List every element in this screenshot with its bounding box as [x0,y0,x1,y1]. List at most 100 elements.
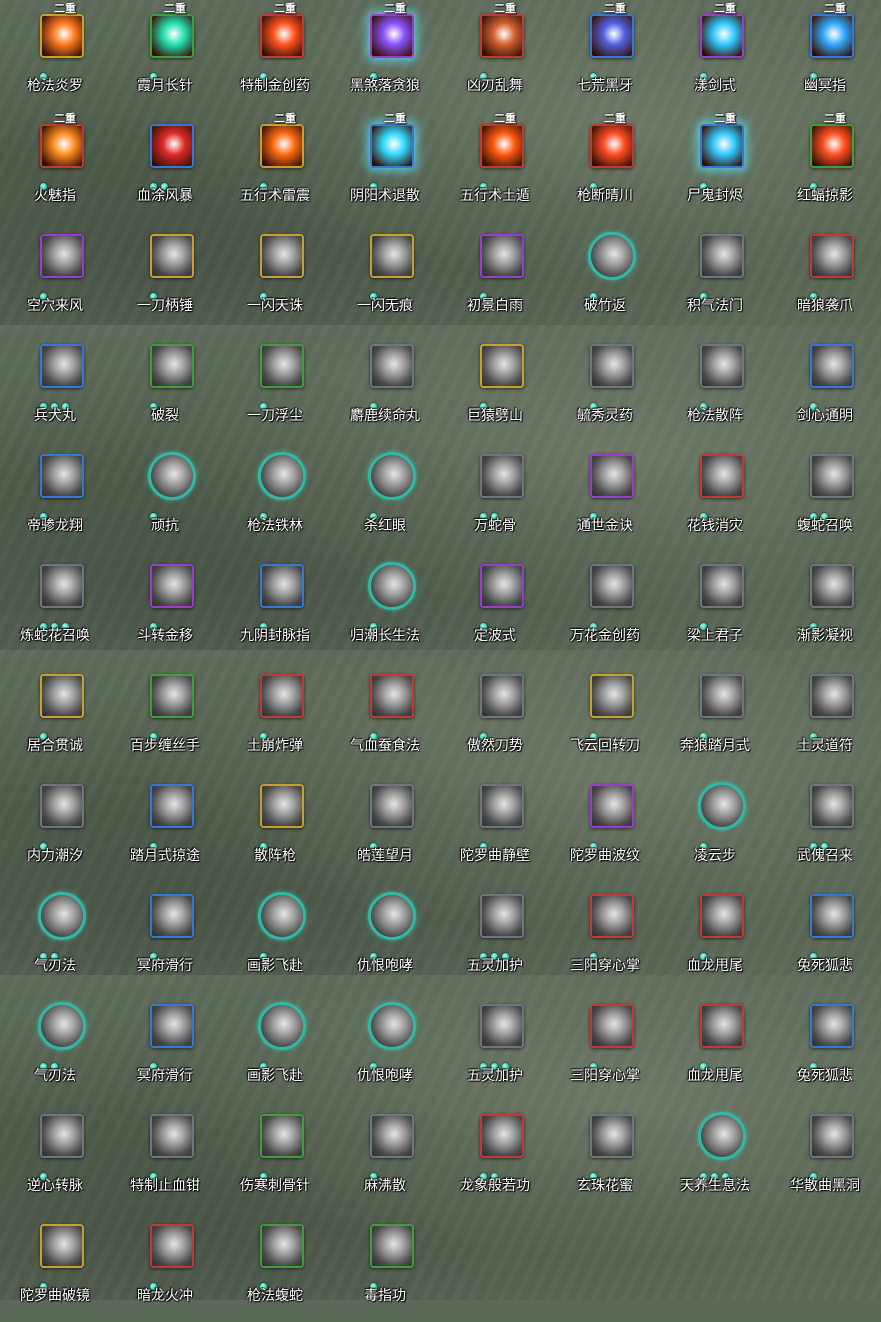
skill-icon[interactable] [260,344,304,388]
skill-slot[interactable]: 空穴来风 [0,222,110,332]
skill-slot[interactable]: 初景白雨 [440,222,550,332]
skill-slot[interactable]: 凌云步 [660,772,770,882]
skill-slot[interactable]: 破竹返 [550,222,660,332]
skill-icon[interactable] [150,674,194,718]
skill-slot[interactable]: 土灵道符 [770,662,880,772]
skill-slot[interactable]: 伤寒刺骨针 [220,1102,330,1212]
skill-slot[interactable]: 百步缠丝手 [110,662,220,772]
skill-icon[interactable] [40,674,84,718]
skill-icon[interactable] [260,674,304,718]
skill-icon[interactable] [810,124,854,168]
skill-slot[interactable]: 斗转金移 [110,552,220,662]
skill-icon[interactable] [150,124,194,168]
skill-icon[interactable] [590,1114,634,1158]
skill-icon[interactable] [40,564,84,608]
skill-icon[interactable] [810,564,854,608]
skill-slot[interactable]: 内力潮汐 [0,772,110,882]
skill-slot[interactable]: 二重 凶刃乱舞 [440,2,550,112]
skill-slot[interactable]: 定波式 [440,552,550,662]
skill-icon[interactable] [810,894,854,938]
skill-slot[interactable]: 三阳穿心掌 [550,992,660,1102]
skill-icon[interactable] [150,14,194,58]
skill-slot[interactable]: 二重 幽冥指 [770,2,880,112]
skill-icon[interactable] [260,564,304,608]
skill-icon[interactable] [700,14,744,58]
skill-slot[interactable]: 武傀召来 [770,772,880,882]
skill-slot[interactable]: 归潮长生法 [330,552,440,662]
skill-slot[interactable]: 麝鹿续命丸 [330,332,440,442]
skill-slot[interactable]: 花钱消灾 [660,442,770,552]
skill-icon[interactable] [368,1002,416,1050]
skill-slot[interactable]: 毓秀灵药 [550,332,660,442]
skill-slot[interactable]: 散阵枪 [220,772,330,882]
skill-slot[interactable]: 兔死狐悲 [770,992,880,1102]
skill-icon[interactable] [810,344,854,388]
skill-icon[interactable] [370,14,414,58]
skill-slot[interactable]: 二重 七荒黑牙 [550,2,660,112]
skill-icon[interactable] [700,1004,744,1048]
skill-icon[interactable] [150,1224,194,1268]
skill-icon[interactable] [590,454,634,498]
skill-icon[interactable] [40,1224,84,1268]
skill-slot[interactable]: 一刀柄锤 [110,222,220,332]
skill-icon[interactable] [698,782,746,830]
skill-icon[interactable] [590,124,634,168]
skill-icon[interactable] [590,14,634,58]
skill-slot[interactable]: 万花金创药 [550,552,660,662]
skill-slot[interactable]: 毒指功 [330,1212,440,1322]
skill-slot[interactable]: 万蛇骨 [440,442,550,552]
skill-slot[interactable]: 二重 枪断晴川 [550,112,660,222]
skill-slot[interactable]: 特制止血钳 [110,1102,220,1212]
skill-icon[interactable] [810,784,854,828]
skill-slot[interactable]: 画影飞赴 [220,992,330,1102]
skill-icon[interactable] [40,454,84,498]
skill-slot[interactable]: 飞云回转刀 [550,662,660,772]
skill-icon[interactable] [700,564,744,608]
skill-slot[interactable]: 天养生息法 [660,1102,770,1212]
skill-slot[interactable]: 陀罗曲静壁 [440,772,550,882]
skill-slot[interactable]: 渐影凝视 [770,552,880,662]
skill-slot[interactable]: 陀罗曲破镜 [0,1212,110,1322]
skill-icon[interactable] [700,234,744,278]
skill-slot[interactable]: 麻沸散 [330,1102,440,1212]
skill-icon[interactable] [480,894,524,938]
skill-slot[interactable]: 奔狼踏月式 [660,662,770,772]
skill-icon[interactable] [480,454,524,498]
skill-icon[interactable] [480,124,524,168]
skill-slot[interactable]: 画影飞赴 [220,882,330,992]
skill-icon[interactable] [258,452,306,500]
skill-slot[interactable]: 蝮蛇召唤 [770,442,880,552]
skill-slot[interactable]: 暗龙火冲 [110,1212,220,1322]
skill-slot[interactable]: 二重 枪法炎罗 [0,2,110,112]
skill-slot[interactable]: 血龙甩尾 [660,992,770,1102]
skill-slot[interactable]: 顽抗 [110,442,220,552]
skill-icon[interactable] [260,1114,304,1158]
skill-icon[interactable] [38,892,86,940]
skill-icon[interactable] [148,452,196,500]
skill-slot[interactable]: 逆心转脉 [0,1102,110,1212]
skill-slot[interactable]: 居合贯诚 [0,662,110,772]
skill-icon[interactable] [368,452,416,500]
skill-icon[interactable] [810,1114,854,1158]
skill-icon[interactable] [368,562,416,610]
skill-slot[interactable]: 二重 漾剑式 [660,2,770,112]
skill-icon[interactable] [480,14,524,58]
skill-icon[interactable] [40,234,84,278]
skill-slot[interactable]: 梁上君子 [660,552,770,662]
skill-icon[interactable] [150,1004,194,1048]
skill-icon[interactable] [810,234,854,278]
skill-icon[interactable] [370,1114,414,1158]
skill-icon[interactable] [150,234,194,278]
skill-icon[interactable] [480,1004,524,1048]
skill-icon[interactable] [40,1114,84,1158]
skill-icon[interactable] [590,674,634,718]
skill-icon[interactable] [700,344,744,388]
skill-icon[interactable] [150,784,194,828]
skill-icon[interactable] [260,14,304,58]
skill-icon[interactable] [590,564,634,608]
skill-slot[interactable]: 二重 阴阳术退散 [330,112,440,222]
skill-slot[interactable]: 龙象般若功 [440,1102,550,1212]
skill-slot[interactable]: 玄珠花蜜 [550,1102,660,1212]
skill-icon[interactable] [40,124,84,168]
skill-slot[interactable]: 二重 火魅指 [0,112,110,222]
